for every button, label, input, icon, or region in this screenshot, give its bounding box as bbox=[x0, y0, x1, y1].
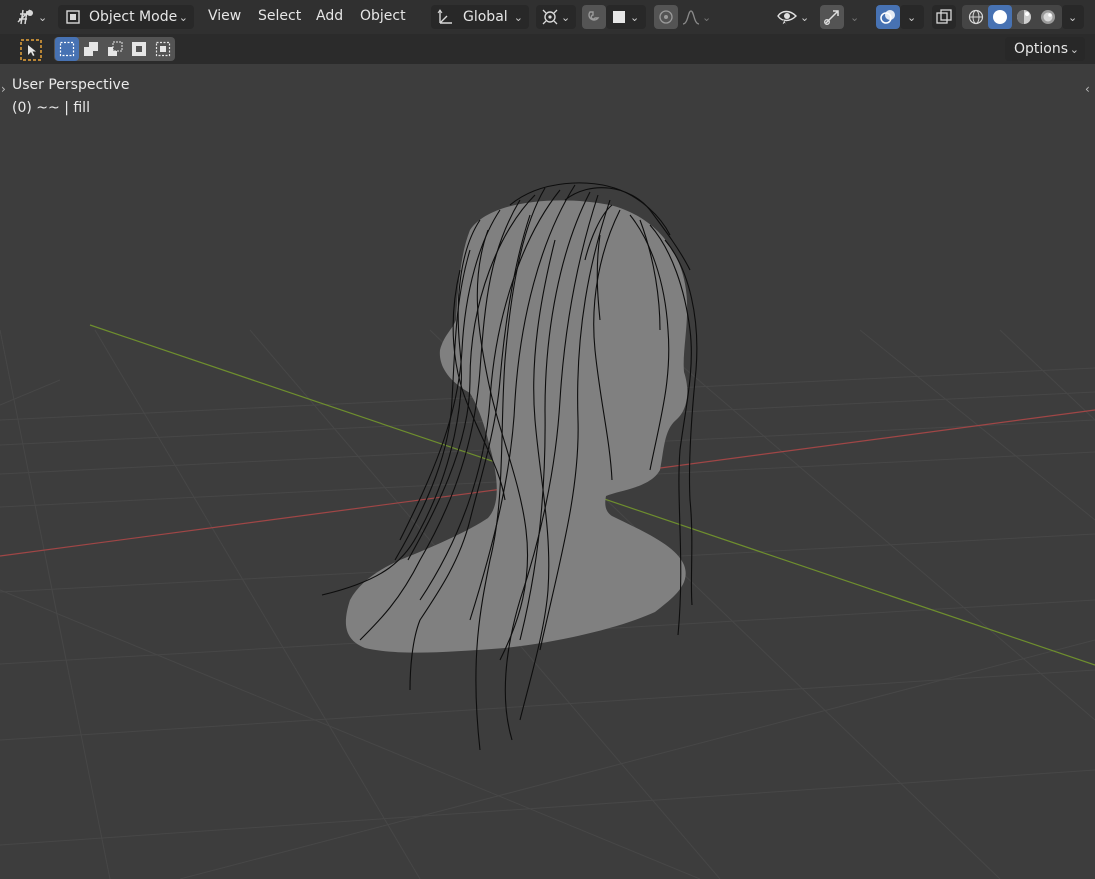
snap-target-selector[interactable]: ⌄ bbox=[606, 5, 646, 29]
snap-toggle[interactable] bbox=[582, 5, 606, 29]
overlays-options-selector[interactable]: ⌄ bbox=[900, 5, 924, 29]
chevron-down-icon: ⌄ bbox=[702, 10, 712, 24]
grease-pencil-editor-icon bbox=[16, 8, 36, 26]
rendered-shading-icon bbox=[1040, 9, 1056, 25]
options-label: Options bbox=[1014, 41, 1069, 57]
3d-viewport[interactable]: User Perspective (0) ~~ | fill › ‹ bbox=[0, 64, 1095, 879]
mode-label: Object Mode bbox=[89, 9, 178, 25]
chevron-down-icon: ⌄ bbox=[907, 10, 917, 24]
select-mode-new-button[interactable] bbox=[55, 37, 79, 61]
solid-shading-icon bbox=[992, 9, 1008, 25]
orientation-label: Global bbox=[463, 9, 508, 25]
snap-increment-icon bbox=[612, 10, 626, 24]
xray-toggle[interactable] bbox=[932, 5, 956, 29]
select-invert-icon bbox=[131, 41, 147, 57]
proportional-editing-icon bbox=[658, 9, 674, 25]
menu-view[interactable]: View bbox=[208, 8, 241, 24]
object-mode-icon bbox=[65, 9, 81, 25]
shading-rendered-button[interactable] bbox=[1036, 5, 1060, 29]
shading-solid-button[interactable] bbox=[988, 5, 1012, 29]
tool-settings-bar: Options ⌄ bbox=[0, 34, 1095, 64]
select-new-icon bbox=[59, 41, 75, 57]
chevron-down-icon: ⌄ bbox=[800, 10, 810, 24]
select-extend-icon bbox=[83, 41, 99, 57]
proportional-falloff-selector[interactable]: ⌄ bbox=[678, 5, 718, 29]
gizmo-icon bbox=[823, 8, 841, 26]
pivot-point-selector[interactable]: ⌄ bbox=[536, 5, 576, 29]
chevron-down-icon: ⌄ bbox=[561, 10, 571, 24]
overlays-icon bbox=[879, 8, 897, 26]
gizmo-toggle[interactable] bbox=[820, 5, 844, 29]
viewport-header: ⌄ Object Mode ⌄ View Select Add Object G… bbox=[0, 0, 1095, 34]
falloff-curve-icon bbox=[682, 9, 700, 25]
selectability-visibility-selector[interactable]: ⌄ bbox=[774, 5, 814, 29]
pivot-point-icon bbox=[541, 8, 559, 26]
head-bust-mesh bbox=[345, 200, 688, 653]
transform-orientation-selector[interactable]: Global ⌄ bbox=[431, 5, 529, 29]
select-mode-invert-button[interactable] bbox=[127, 37, 151, 61]
viewport-scene bbox=[0, 182, 1095, 879]
select-subtract-icon bbox=[107, 41, 123, 57]
transform-orientation-icon bbox=[437, 8, 455, 26]
active-object-label: (0) ~~ | fill bbox=[12, 100, 90, 116]
proportional-editing-toggle[interactable] bbox=[654, 5, 678, 29]
sidebar-expand-icon[interactable]: ‹ bbox=[1085, 82, 1090, 96]
shading-wireframe-button[interactable] bbox=[964, 5, 988, 29]
selectability-visibility-icon bbox=[776, 8, 798, 26]
overlays-toggle[interactable] bbox=[876, 5, 900, 29]
options-dropdown[interactable]: Options ⌄ bbox=[1005, 37, 1085, 61]
select-tool-button[interactable] bbox=[18, 38, 44, 62]
perspective-label: User Perspective bbox=[12, 77, 130, 93]
mode-selector[interactable]: Object Mode ⌄ bbox=[58, 5, 194, 29]
chevron-down-icon: ⌄ bbox=[1068, 10, 1078, 24]
editor-type-button[interactable]: ⌄ bbox=[10, 5, 48, 29]
menu-object[interactable]: Object bbox=[360, 8, 406, 24]
chevron-down-icon: ⌄ bbox=[38, 10, 48, 24]
chevron-down-icon: ⌄ bbox=[513, 10, 523, 24]
xray-icon bbox=[936, 9, 952, 25]
material-preview-icon bbox=[1016, 9, 1032, 25]
wireframe-shading-icon bbox=[968, 9, 984, 25]
toolbar-expand-icon[interactable]: › bbox=[1, 82, 6, 96]
menu-select[interactable]: Select bbox=[258, 8, 301, 24]
select-mode-intersect-button[interactable] bbox=[151, 37, 175, 61]
select-mode-subtract-button[interactable] bbox=[103, 37, 127, 61]
gizmo-options-selector[interactable]: ⌄ bbox=[844, 5, 866, 29]
shading-material-button[interactable] bbox=[1012, 5, 1036, 29]
select-mode-extend-button[interactable] bbox=[79, 37, 103, 61]
chevron-down-icon: ⌄ bbox=[178, 10, 188, 24]
shading-options-selector[interactable]: ⌄ bbox=[1062, 5, 1084, 29]
snap-magnet-icon bbox=[586, 9, 602, 25]
chevron-down-icon: ⌄ bbox=[850, 10, 860, 24]
chevron-down-icon: ⌄ bbox=[630, 10, 640, 24]
menu-add[interactable]: Add bbox=[316, 8, 343, 24]
select-intersect-icon bbox=[155, 41, 171, 57]
chevron-down-icon: ⌄ bbox=[1069, 42, 1079, 56]
select-tool-icon bbox=[19, 38, 43, 62]
